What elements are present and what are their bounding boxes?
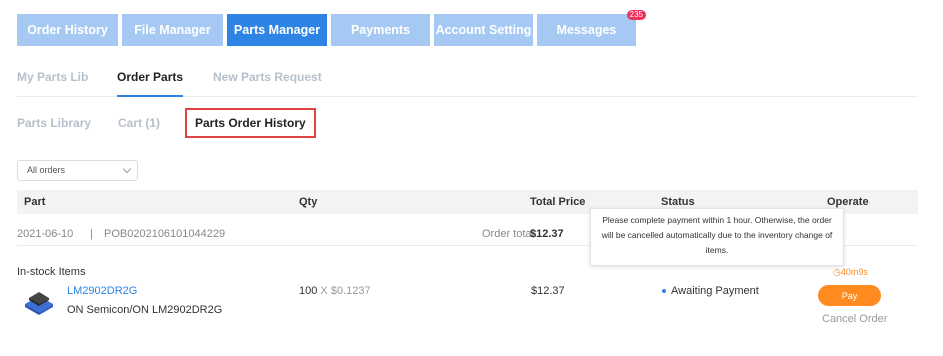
subtab-my-parts-lib[interactable]: My Parts Lib [17,70,88,97]
unit-price: $0.1237 [330,285,371,297]
subtab-new-parts-request[interactable]: New Parts Request [213,70,322,97]
header-status: Status [661,196,695,208]
order-total-label: Order total: [482,228,538,240]
qty-multiplier: X [320,285,328,297]
order-date: 2021-06-10 [17,228,74,240]
tab-parts-order-history[interactable]: Parts Order History [185,108,316,138]
subtab-order-parts[interactable]: Order Parts [117,70,184,97]
header-part: Part [24,196,46,208]
cancel-order-link[interactable]: Cancel Order [822,313,887,325]
item-status: Awaiting Payment [662,285,759,297]
status-text: Awaiting Payment [671,285,759,297]
item-total-price: $12.37 [531,285,565,297]
part-number-link[interactable]: LM2902DR2G [67,285,137,297]
sub-tab-bar: My Parts Lib Order Parts New Parts Reque… [17,70,918,97]
tab-file-manager[interactable]: File Manager [122,14,223,46]
tab-parts-manager[interactable]: Parts Manager [227,14,327,46]
message-count-badge: 235 [626,10,646,20]
payment-timer: ◷40m9s [833,267,868,278]
status-dot-icon [662,289,666,294]
section-in-stock-items: In-stock Items [17,266,86,278]
order-separator: | [90,228,93,240]
tab-messages[interactable]: Messages 235 [537,10,646,46]
timer-value: 40m9s [840,267,868,277]
pay-button[interactable]: Pay [818,285,881,306]
tab-cart[interactable]: Cart (1) [118,116,160,130]
payment-tooltip: Please complete payment within 1 hour. O… [590,208,844,266]
qty-value: 100 [299,285,318,297]
tab-messages-label: Messages [556,23,617,37]
clock-icon: ◷ [833,267,841,277]
order-filter-select[interactable]: All orders [17,160,138,181]
header-qty: Qty [299,196,318,208]
header-total-price: Total Price [530,196,586,208]
chevron-down-icon [122,164,132,174]
part-description: ON Semicon/ON LM2902DR2G [67,304,223,316]
item-qty: 100 X $0.1237 [299,285,371,297]
tab-payments[interactable]: Payments [331,14,430,46]
tab-parts-library[interactable]: Parts Library [17,116,91,130]
header-operate: Operate [827,196,869,208]
top-tab-bar: Order History File Manager Parts Manager… [17,10,646,46]
tab-order-history[interactable]: Order History [17,14,118,46]
order-total-value: $12.37 [530,228,564,240]
order-filter-value: All orders [27,165,66,175]
order-number: POB0202106101044229 [104,228,226,240]
part-thumbnail-image [25,292,53,315]
tab-account-setting[interactable]: Account Setting [434,14,533,46]
